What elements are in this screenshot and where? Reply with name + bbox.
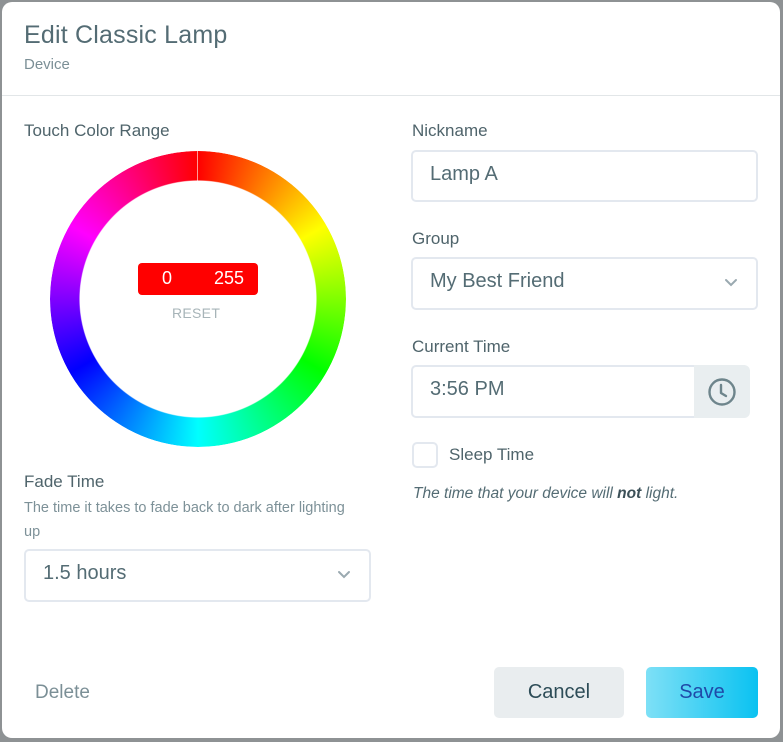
- fade-time-help: The time it takes to fade back to dark a…: [24, 500, 345, 540]
- save-button[interactable]: Save: [646, 667, 758, 718]
- group-select[interactable]: My Best Friend: [411, 257, 758, 310]
- fade-time-label: Fade Time: [24, 472, 105, 491]
- note-text: The time that your device will: [413, 485, 618, 502]
- sleep-time-label[interactable]: Sleep Time: [449, 445, 534, 465]
- chevron-down-icon: [338, 571, 350, 579]
- range-max-value: 255: [213, 268, 244, 288]
- clock-icon: [708, 378, 736, 406]
- time-picker-button[interactable]: [694, 365, 750, 418]
- fade-time-value: 1.5 hours: [43, 562, 127, 584]
- color-range-display: 0 255: [138, 263, 258, 295]
- group-value: My Best Friend: [430, 270, 565, 292]
- color-wheel-marker: [197, 151, 198, 182]
- nickname-input[interactable]: Lamp A: [411, 150, 758, 202]
- reset-button[interactable]: RESET: [172, 305, 220, 321]
- dialog-subtitle: Device: [24, 56, 70, 73]
- color-wheel[interactable]: [50, 151, 346, 447]
- nickname-label: Nickname: [412, 121, 488, 140]
- note-emphasis: not: [617, 485, 642, 502]
- group-label: Group: [412, 229, 460, 248]
- sleep-time-note: The time that your device will not light…: [413, 485, 678, 503]
- chevron-down-icon: [725, 279, 737, 287]
- delete-button[interactable]: Delete: [35, 682, 90, 704]
- cancel-button[interactable]: Cancel: [494, 667, 624, 718]
- range-min-value: 0: [162, 268, 173, 288]
- dialog-header: Edit Classic Lamp Device: [2, 2, 780, 96]
- fade-time-select[interactable]: 1.5 hours: [24, 549, 371, 602]
- note-text-end: light.: [641, 485, 679, 502]
- current-time-label: Current Time: [412, 337, 511, 356]
- touch-color-range-label: Touch Color Range: [24, 121, 170, 140]
- current-time-input[interactable]: 3:56 PM: [411, 365, 697, 418]
- nickname-value: Lamp A: [430, 163, 498, 185]
- current-time-value: 3:56 PM: [430, 378, 505, 400]
- sleep-time-checkbox[interactable]: [412, 442, 438, 468]
- edit-device-dialog: Edit Classic Lamp Device Touch Color Ran…: [2, 2, 780, 738]
- color-wheel-ring[interactable]: [50, 151, 346, 447]
- dialog-title: Edit Classic Lamp: [24, 21, 228, 49]
